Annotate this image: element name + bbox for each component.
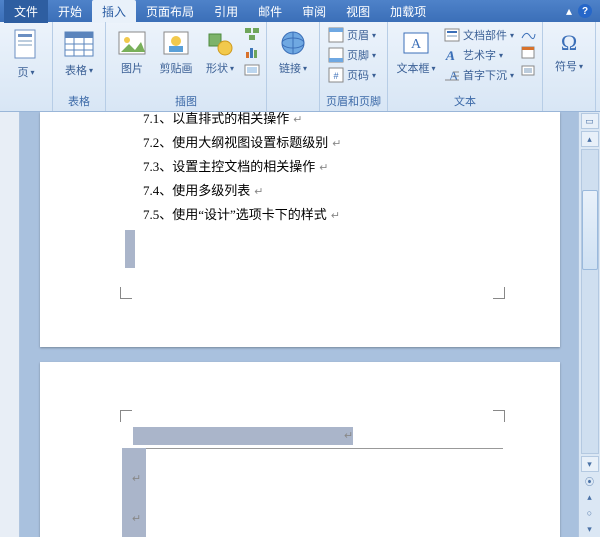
svg-text:A: A <box>411 37 422 52</box>
omega-icon: Ω <box>555 28 583 56</box>
cover-page-button[interactable]: 页▾ <box>6 26 46 82</box>
shapes-button[interactable]: 形状▾ <box>200 26 240 78</box>
paragraph-mark-icon: ↵ <box>293 114 302 126</box>
quickparts-icon <box>444 27 460 43</box>
page-icon <box>12 28 40 62</box>
page-number-button[interactable]: # 页码▾ <box>326 66 378 84</box>
scroll-thumb[interactable] <box>582 190 598 270</box>
hyperlink-button[interactable]: 链接▾ <box>273 26 313 78</box>
ribbon-minimize-icon[interactable]: ▴ <box>566 4 572 18</box>
tab-page-layout[interactable]: 页面布局 <box>136 0 204 23</box>
tab-review[interactable]: 审阅 <box>292 0 336 23</box>
tab-references[interactable]: 引用 <box>204 0 248 23</box>
svg-text:#: # <box>333 71 338 81</box>
paragraph-mark-icon: ↵ <box>344 429 353 442</box>
svg-text:A: A <box>444 48 457 63</box>
hyperlink-icon <box>278 28 308 58</box>
svg-text:Ω: Ω <box>561 30 577 55</box>
group-pages: 页▾ <box>0 22 53 111</box>
prev-page-button[interactable]: ▴ <box>583 490 597 504</box>
tab-mailings[interactable]: 邮件 <box>248 0 292 23</box>
group-illustrations: 图片 剪贴画 形状▾ 插图 <box>106 22 267 111</box>
tab-insert[interactable]: 插入 <box>92 0 136 23</box>
crop-mark-icon <box>120 410 132 422</box>
header-button[interactable]: 页眉▾ <box>326 26 378 44</box>
page-number-icon: # <box>328 67 344 83</box>
ribbon-tabs: 文件 开始 插入 页面布局 引用 邮件 审阅 视图 加载项 ▴ ? <box>0 0 600 22</box>
ruler-toggle[interactable]: ▭ <box>581 113 599 129</box>
dropcap-icon: A <box>444 67 460 83</box>
screenshot-icon[interactable] <box>244 62 260 78</box>
group-label-links <box>273 107 313 111</box>
group-text: A 文本框▾ 文档部件▾ A 艺术字▾ A 首字下沉▾ <box>388 22 543 111</box>
browse-object-icon[interactable]: ⦿ <box>583 474 597 488</box>
textbox-icon: A <box>401 28 431 58</box>
signature-icon[interactable] <box>520 26 536 42</box>
vertical-scrollbar: ▭ ▴ ▾ ⦿ ▴ ○ ▾ <box>578 112 600 537</box>
clipart-icon <box>161 28 191 58</box>
crop-mark-icon <box>493 410 505 422</box>
group-label-text: 文本 <box>394 91 536 111</box>
table-icon <box>63 28 95 60</box>
footer-button[interactable]: 页脚▾ <box>326 46 378 64</box>
select-browse-button[interactable]: ○ <box>583 506 597 520</box>
group-label-header-footer: 页眉和页脚 <box>326 91 381 111</box>
group-symbols: Ω 符号▾ <box>543 22 596 111</box>
text-cursor <box>125 230 135 268</box>
tab-view[interactable]: 视图 <box>336 0 380 23</box>
group-label-illustrations: 插图 <box>112 91 260 111</box>
page-1[interactable]: 7.1、以直排式的相关操作↵ 7.2、使用大纲视图设置标题级别↵ 7.3、设置主… <box>40 112 560 347</box>
footer-icon <box>328 47 344 63</box>
group-label-tables: 表格 <box>59 91 99 111</box>
quickparts-button[interactable]: 文档部件▾ <box>442 26 516 44</box>
header-icon <box>328 27 344 43</box>
document-area: 7.1、以直排式的相关操作↵ 7.2、使用大纲视图设置标题级别↵ 7.3、设置主… <box>0 112 578 537</box>
crop-mark-icon <box>493 287 505 299</box>
chart-icon[interactable] <box>244 44 260 60</box>
group-tables: 表格▾ 表格 <box>53 22 106 111</box>
wordart-button[interactable]: A 艺术字▾ <box>442 46 516 64</box>
group-label-pages <box>6 107 46 111</box>
crop-mark-icon <box>120 287 132 299</box>
picture-button[interactable]: 图片 <box>112 26 152 78</box>
table-button[interactable]: 表格▾ <box>59 26 99 80</box>
group-links: 链接▾ <box>267 22 320 111</box>
header-rule <box>133 448 503 449</box>
ribbon: 页▾ 表格▾ 表格 图片 <box>0 22 600 112</box>
scroll-up-button[interactable]: ▴ <box>581 131 599 147</box>
help-icon[interactable]: ? <box>578 4 592 18</box>
group-label-symbols <box>549 107 589 111</box>
smartart-icon[interactable] <box>244 26 260 42</box>
wordart-icon: A <box>444 47 460 63</box>
page-2[interactable]: ↵ ↵ ↵ ↵ <box>40 362 560 537</box>
dropcap-button[interactable]: A 首字下沉▾ <box>442 66 516 84</box>
next-page-button[interactable]: ▾ <box>583 522 597 536</box>
vertical-ruler[interactable] <box>0 112 20 537</box>
shapes-icon <box>205 28 235 58</box>
scroll-down-button[interactable]: ▾ <box>581 456 599 472</box>
tab-file[interactable]: 文件 <box>4 0 48 23</box>
textbox-button[interactable]: A 文本框▾ <box>394 26 438 78</box>
tab-home[interactable]: 开始 <box>48 0 92 23</box>
object-icon[interactable] <box>520 62 536 78</box>
symbol-button[interactable]: Ω 符号▾ <box>549 26 589 76</box>
tab-addins[interactable]: 加载项 <box>380 0 436 23</box>
clipart-button[interactable]: 剪贴画 <box>156 26 196 78</box>
group-header-footer: 页眉▾ 页脚▾ # 页码▾ 页眉和页脚 <box>320 22 388 111</box>
picture-icon <box>117 28 147 58</box>
datetime-icon[interactable] <box>520 44 536 60</box>
scroll-track[interactable] <box>581 149 599 454</box>
header-selection[interactable] <box>133 427 353 445</box>
